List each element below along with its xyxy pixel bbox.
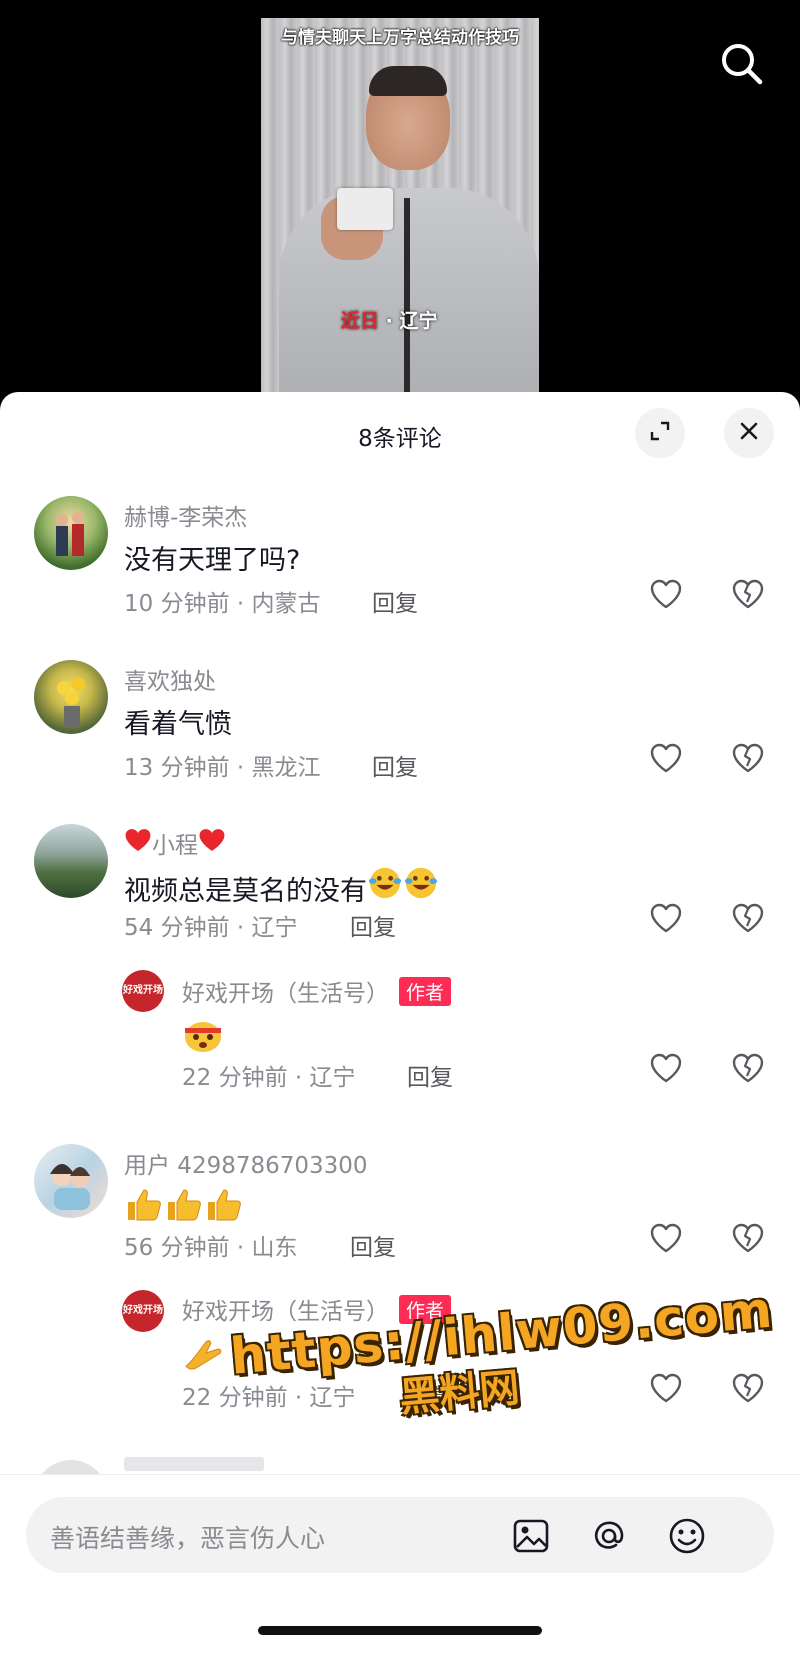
broken-heart-icon[interactable] — [730, 1220, 766, 1256]
reply-sticker — [182, 1336, 224, 1376]
reply-button[interactable]: 回复 — [372, 584, 418, 618]
video-jacket-zipper — [404, 198, 410, 400]
thumbs-up-emoji-icon — [164, 1186, 204, 1229]
video-player-area[interactable]: 与情夫聊天上万字总结动作技巧 近日 · 辽宁 — [0, 0, 800, 400]
heart-icon[interactable] — [648, 1220, 684, 1256]
comment-text: 视频总是莫名的没有 — [124, 866, 439, 908]
avatar[interactable] — [34, 660, 108, 734]
laughing-crying-emoji-icon — [367, 866, 403, 907]
broken-heart-icon[interactable] — [730, 576, 766, 612]
comment-time-location: 54 分钟前 · 辽宁 — [124, 915, 298, 941]
broken-heart-icon[interactable] — [730, 900, 766, 936]
comment-text-content: 视频总是莫名的没有 — [124, 876, 367, 907]
video-location-place: 辽宁 — [399, 310, 438, 332]
thumbs-up-emoji-icon — [124, 1186, 164, 1229]
video-location-prefix: 近日 — [341, 310, 380, 332]
comment-time-location: 56 分钟前 · 山东 — [124, 1235, 298, 1261]
broken-heart-icon[interactable] — [730, 1050, 766, 1086]
avatar[interactable] — [34, 1144, 108, 1218]
video-location-tag: 近日 · 辽宁 — [341, 306, 438, 333]
reply-nickname-row: 好戏开场（生活号） 作者 — [182, 974, 452, 1008]
comment-input-placeholder: 善语结善缘，恶言伤人心 — [50, 1524, 326, 1553]
comment-nickname[interactable]: 喜欢独处 — [124, 662, 216, 696]
reply-nickname[interactable]: 好戏开场（生活号） — [182, 981, 389, 1007]
thumbs-up-emoji-icon — [204, 1186, 244, 1229]
heart-icon[interactable] — [648, 900, 684, 936]
comment-nickname[interactable]: 赫博-李荣杰 — [124, 498, 247, 532]
next-comment-name-partial — [124, 1457, 264, 1471]
comment-sheet: 8条评论 赫博-李荣杰 没有天理了吗? 10 分钟前 · 内蒙古 回复 喜欢独处… — [0, 392, 800, 1654]
expand-icon — [648, 419, 672, 447]
avatar[interactable] — [34, 496, 108, 570]
image-icon[interactable] — [510, 1515, 552, 1557]
reply-button[interactable]: 回复 — [350, 1228, 396, 1262]
home-indicator — [258, 1626, 542, 1635]
reply-button[interactable]: 回复 — [372, 748, 418, 782]
video-caption: 与情夫聊天上万字总结动作技巧 — [281, 28, 519, 48]
reply-button[interactable]: 回复 — [407, 1058, 453, 1092]
comment-time-location: 10 分钟前 · 内蒙古 — [124, 591, 321, 617]
video-person-hair — [369, 66, 447, 96]
avatar[interactable] — [34, 824, 108, 898]
smiley-icon[interactable] — [666, 1515, 708, 1557]
close-icon — [737, 419, 761, 447]
comment-nickname-text: 小程 — [152, 833, 198, 859]
heart-icon[interactable] — [648, 1050, 684, 1086]
comment-time-location: 13 分钟前 · 黑龙江 — [124, 755, 321, 781]
comment-time-location: 22 分钟前 · 辽宁 — [182, 1065, 356, 1091]
heart-icon[interactable] — [648, 740, 684, 776]
heart-icon[interactable] — [648, 576, 684, 612]
reply-button[interactable]: 回复 — [350, 908, 396, 942]
video-frame[interactable]: 与情夫聊天上万字总结动作技巧 近日 · 辽宁 — [261, 18, 539, 400]
comment-nickname[interactable]: 用户 4298786703300 — [124, 1146, 368, 1180]
comment-nickname[interactable]: 小程 — [124, 826, 226, 860]
broken-heart-icon[interactable] — [730, 740, 766, 776]
comment-text: 没有天理了吗? — [124, 545, 301, 576]
author-avatar[interactable]: 好戏开场 — [122, 970, 164, 1012]
comment-input-bar: 善语结善缘，恶言伤人心 — [0, 1474, 800, 1654]
reply-sticker — [182, 1016, 224, 1058]
search-icon[interactable] — [718, 40, 766, 88]
red-heart-icon — [124, 827, 152, 859]
author-avatar[interactable]: 好戏开场 — [122, 1290, 164, 1332]
video-id-card — [337, 188, 393, 230]
laughing-crying-emoji-icon — [403, 866, 439, 907]
comment-input[interactable]: 善语结善缘，恶言伤人心 — [26, 1497, 774, 1573]
comment-text: 看着气愤 — [124, 709, 232, 740]
close-button[interactable] — [724, 408, 774, 458]
red-heart-icon — [198, 827, 226, 859]
comment-text — [124, 1186, 244, 1229]
author-badge: 作者 — [399, 977, 452, 1006]
video-location-sep: · — [385, 310, 393, 332]
expand-button[interactable] — [635, 408, 685, 458]
at-icon[interactable] — [588, 1515, 630, 1557]
